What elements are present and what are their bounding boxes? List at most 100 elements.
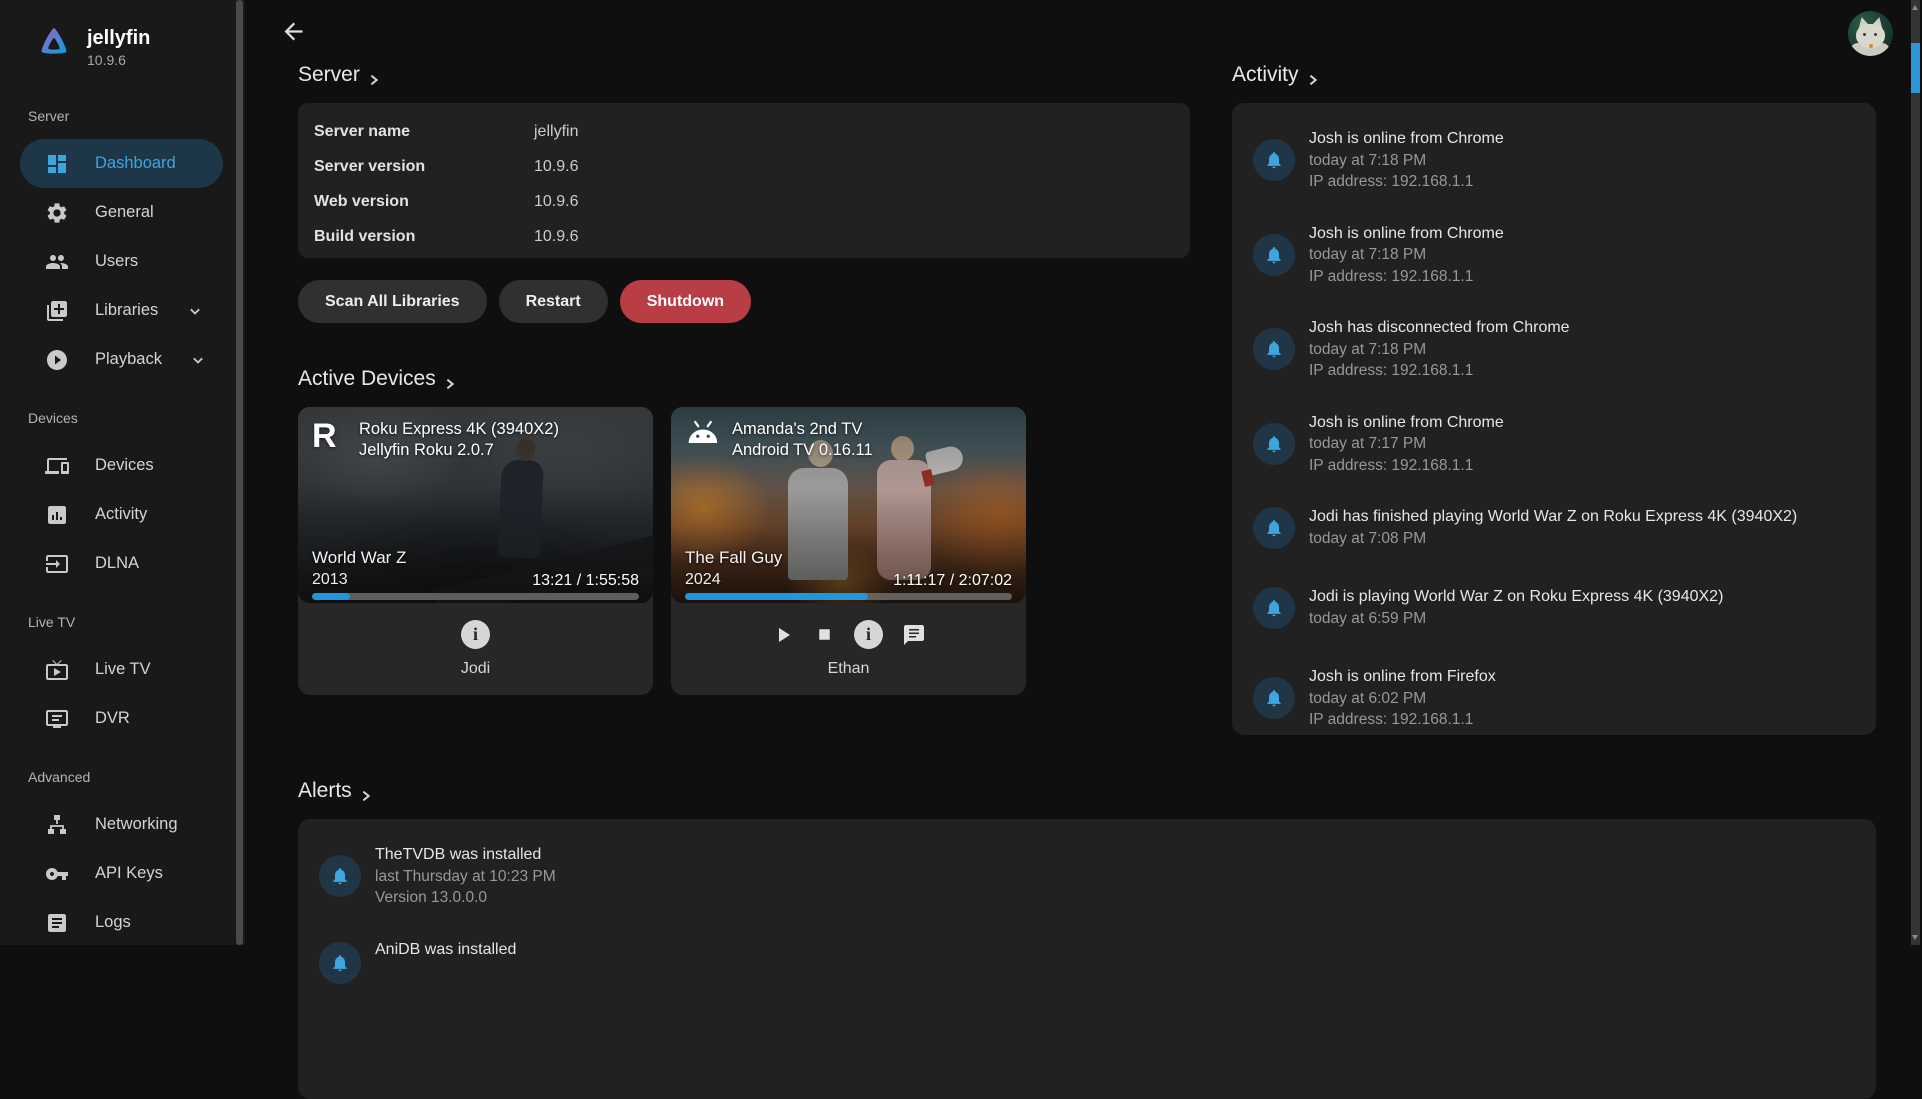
android-icon [685,419,719,455]
main-scrollbar[interactable] [1911,0,1920,945]
sidebar-item-label: Playback [95,350,162,369]
activity-entry: Josh is online from Chrome today at 7:18… [1253,223,1856,288]
sidebar-item-label: Libraries [95,301,158,320]
sidebar-item-label: Networking [95,815,178,834]
app-title: jellyfin [87,26,150,50]
sidebar-section-livetv: Live TV [0,614,245,630]
sidebar-item-networking[interactable]: Networking [0,800,245,849]
device-name: Amanda's 2nd TV [732,419,873,440]
sidebar-item-api-keys[interactable]: API Keys [0,849,245,898]
dashboard-icon [45,152,69,176]
sidebar-section-server: Server [0,108,245,124]
activity-entry: Jodi has finished playing World War Z on… [1253,506,1856,549]
activity-title: Jodi has finished playing World War Z on… [1309,506,1797,528]
sidebar-item-dashboard[interactable]: Dashboard [20,139,223,188]
chevron-right-icon [1306,69,1320,83]
devices-icon [45,454,69,478]
sidebar-item-activity[interactable]: Activity [0,490,245,539]
web-version-label: Web version [314,193,534,211]
stop-icon[interactable] [814,624,835,645]
alerts-heading[interactable]: Alerts [298,779,373,803]
server-info-card: Server name jellyfin Server version 10.9… [298,103,1190,258]
device-card-android-tv[interactable]: Amanda's 2nd TV Android TV 0.16.11 The F… [671,407,1026,695]
arrow-left-icon [280,18,307,45]
playback-progress-bar [312,593,639,600]
sidebar-item-dlna[interactable]: DLNA [0,539,245,588]
alert-detail: Version 13.0.0.0 [375,887,556,909]
bell-icon [1253,587,1295,629]
activity-detail: IP address: 192.168.1.1 [1309,360,1570,382]
server-info-row: Web version 10.9.6 [314,184,1174,219]
activity-title: Josh is online from Chrome [1309,223,1504,245]
activity-time: today at 6:59 PM [1309,608,1723,630]
web-version-value: 10.9.6 [534,193,578,211]
sidebar-item-devices[interactable]: Devices [0,441,245,490]
sidebar-item-libraries[interactable]: Libraries [0,286,245,335]
activity-entry: Josh has disconnected from Chrome today … [1253,317,1856,382]
sidebar-scrollbar-thumb[interactable] [236,0,243,945]
chevron-down-icon[interactable] [185,301,205,321]
sidebar-scrollbar[interactable] [236,0,243,945]
sidebar-section-advanced: Advanced [0,769,245,785]
activity-title: Josh is online from Firefox [1309,666,1496,688]
sidebar-item-label: Live TV [95,660,151,679]
media-title: World War Z [312,547,406,569]
chevron-down-icon[interactable] [188,350,208,370]
activity-title: Josh is online from Chrome [1309,412,1504,434]
shutdown-button[interactable]: Shutdown [620,280,751,323]
server-name-label: Server name [314,123,534,141]
play-icon[interactable] [771,623,795,647]
media-title: The Fall Guy [685,547,782,569]
activity-time: today at 7:18 PM [1309,150,1504,172]
user-avatar[interactable] [1848,11,1893,56]
active-devices-heading[interactable]: Active Devices [298,367,457,391]
activity-heading[interactable]: Activity [1232,63,1320,87]
sidebar-item-users[interactable]: Users [0,237,245,286]
sidebar-item-live-tv[interactable]: Live TV [0,645,245,694]
input-icon [45,552,69,576]
play-circle-icon [45,348,69,372]
activity-time: today at 7:18 PM [1309,339,1570,361]
sidebar-item-general[interactable]: General [0,188,245,237]
server-actions: Scan All Libraries Restart Shutdown [298,280,751,323]
section-title: Server [298,63,360,87]
alert-time: last Thursday at 10:23 PM [375,866,556,888]
now-playing-backdrop: Amanda's 2nd TV Android TV 0.16.11 The F… [671,407,1026,603]
activity-title: Josh is online from Chrome [1309,128,1504,150]
device-card-footer: i Ethan [671,603,1026,695]
scrollbar-up-icon[interactable] [1912,5,1918,10]
info-icon[interactable]: i [461,620,490,649]
activity-card: Josh is online from Chrome today at 7:18… [1232,103,1876,735]
roku-logo-icon: R [312,419,346,453]
activity-chart-icon [45,503,69,527]
bell-icon [1253,328,1295,370]
device-card-roku[interactable]: R Roku Express 4K (3940X2) Jellyfin Roku… [298,407,653,695]
main-scrollbar-thumb[interactable] [1911,43,1920,93]
info-icon[interactable]: i [854,620,883,649]
sidebar-item-playback[interactable]: Playback [0,335,245,384]
activity-time: today at 6:02 PM [1309,688,1496,710]
media-year: 2024 [685,569,782,590]
scrollbar-down-icon[interactable] [1912,935,1918,940]
activity-entry: Josh is online from Firefox today at 6:0… [1253,666,1856,731]
activity-title: Jodi is playing World War Z on Roku Expr… [1309,586,1723,608]
playback-progress-fill [312,593,350,600]
activity-entry: Josh is online from Chrome today at 7:18… [1253,128,1856,193]
server-section-heading[interactable]: Server [298,63,381,87]
chevron-right-icon [443,373,457,387]
scan-all-libraries-button[interactable]: Scan All Libraries [298,280,487,323]
playback-time: 1:11:17 / 2:07:02 [893,572,1012,590]
back-button[interactable] [280,18,310,48]
sidebar-item-label: Activity [95,505,147,524]
message-icon[interactable] [902,623,926,647]
chevron-right-icon [367,69,381,83]
sidebar-item-dvr[interactable]: DVR [0,694,245,743]
sidebar-item-logs[interactable]: Logs [0,898,245,947]
device-name: Roku Express 4K (3940X2) [359,419,559,440]
app-version: 10.9.6 [87,52,150,68]
section-title: Activity [1232,63,1299,87]
playback-progress-fill [685,593,868,600]
library-add-icon [45,299,69,323]
bell-icon [1253,677,1295,719]
restart-button[interactable]: Restart [499,280,608,323]
